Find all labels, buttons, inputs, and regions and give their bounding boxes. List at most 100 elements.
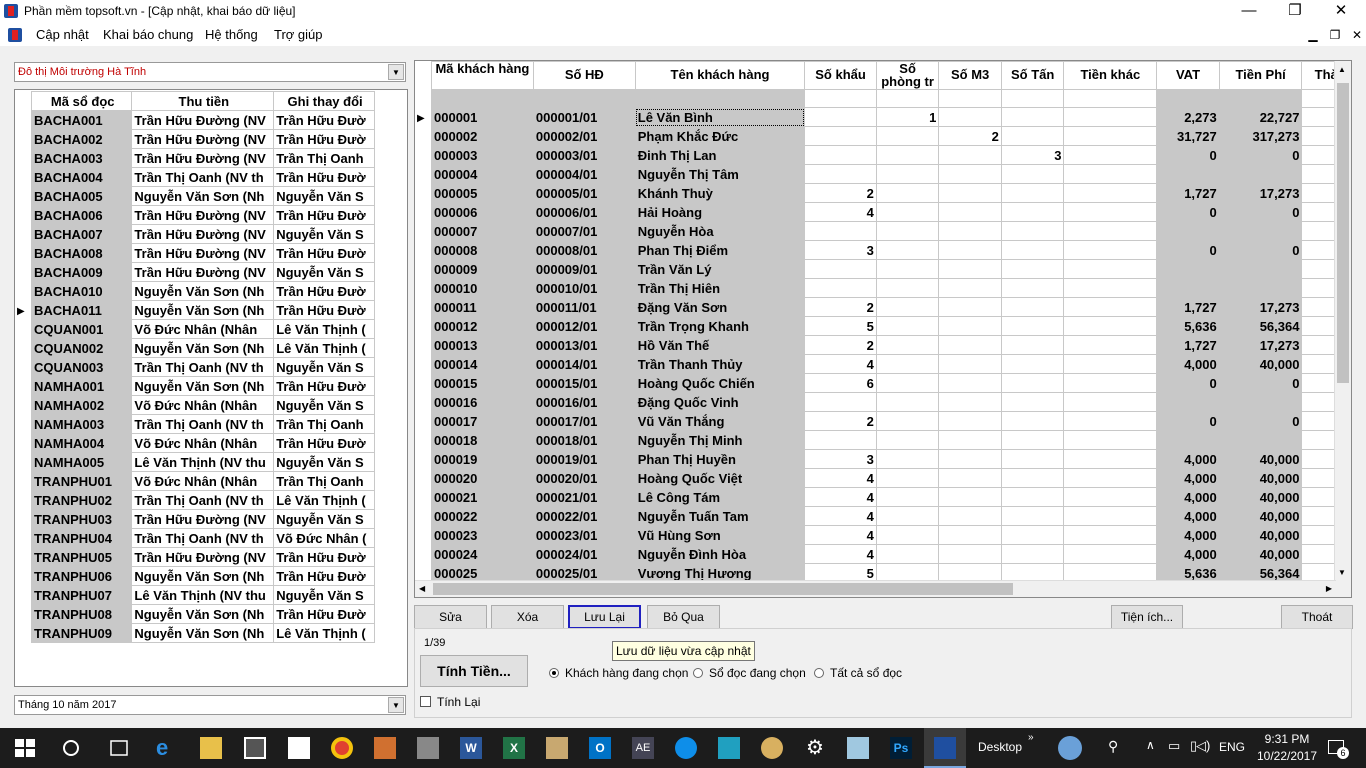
clock-date[interactable]: 10/22/2017 xyxy=(1252,749,1322,763)
table-cell[interactable] xyxy=(938,544,1002,564)
table-cell[interactable]: 3 xyxy=(804,240,877,260)
utility-icon[interactable] xyxy=(417,737,439,759)
table-cell[interactable]: 000021/01 xyxy=(532,487,636,507)
table-cell[interactable] xyxy=(875,259,940,279)
table-cell[interactable]: 000012/01 xyxy=(532,316,636,336)
table-cell[interactable]: BACHA005 xyxy=(30,186,133,206)
table-cell[interactable] xyxy=(938,183,1002,203)
table-cell[interactable]: 0 xyxy=(1156,411,1220,431)
scroll-left-icon[interactable]: ◀ xyxy=(419,584,425,593)
photoshop-icon[interactable]: Ps xyxy=(890,737,912,759)
table-cell[interactable]: BACHA011 xyxy=(30,300,133,320)
table-row[interactable]: 000005 000005/01 Khánh Thuỳ 2 1,727 17,273 xyxy=(431,183,1351,203)
table-cell[interactable]: 000009 xyxy=(431,259,534,279)
table-cell[interactable]: Trần Hữu Đườ xyxy=(273,300,375,320)
table-cell[interactable]: 17,273 xyxy=(1218,297,1303,317)
table-cell[interactable] xyxy=(1000,335,1065,355)
volume-icon[interactable]: ◁) xyxy=(1196,738,1210,754)
table-cell[interactable]: TRANPHU08 xyxy=(30,604,133,624)
table-cell[interactable]: 000016 xyxy=(431,392,534,412)
table-cell[interactable]: 4,000 xyxy=(1156,525,1220,545)
table-row[interactable]: 000021 000021/01 Lê Công Tám 4 4,000 40,000 xyxy=(431,487,1351,507)
table-cell[interactable] xyxy=(875,544,940,564)
table-cell[interactable]: 000003 xyxy=(431,145,534,165)
table-cell[interactable] xyxy=(875,240,940,260)
table-cell[interactable] xyxy=(1218,259,1303,279)
table-cell[interactable]: 000020/01 xyxy=(532,468,636,488)
table-row[interactable]: CQUAN002 Nguyễn Văn Sơn (Nh Lê Văn Thịnh ( xyxy=(30,338,375,358)
table-cell[interactable]: Trần Thị Oanh (NV th xyxy=(131,490,275,510)
table-cell[interactable]: Nguyễn Văn S xyxy=(273,357,375,377)
table-cell[interactable]: 000024 xyxy=(431,544,534,564)
chrome-icon[interactable] xyxy=(331,737,353,759)
scroll-right-icon[interactable]: ▶ xyxy=(1326,584,1332,593)
table-cell[interactable]: 4,000 xyxy=(1156,354,1220,374)
table-cell[interactable]: TRANPHU02 xyxy=(30,490,133,510)
table-cell[interactable]: Hải Hoàng xyxy=(634,202,806,222)
search-icon[interactable] xyxy=(60,737,82,759)
table-cell[interactable]: Nguyễn Văn Sơn (Nh xyxy=(131,604,275,624)
table-cell[interactable] xyxy=(1000,240,1065,260)
table-row[interactable]: NAMHA002 Võ Đức Nhân (Nhân Nguyễn Văn S xyxy=(30,395,375,415)
table-cell[interactable]: 4 xyxy=(804,202,877,222)
table-cell[interactable]: Trần Hữu Đườ xyxy=(273,281,375,301)
month-select[interactable]: Tháng 10 năm 2017 ▼ xyxy=(14,695,406,715)
table-cell[interactable]: 2 xyxy=(938,126,1002,146)
table-cell[interactable] xyxy=(875,183,940,203)
table-cell[interactable]: Hồ Văn Thế xyxy=(634,335,806,355)
table-cell[interactable]: 5,636 xyxy=(1156,316,1220,336)
table-cell[interactable]: 000017/01 xyxy=(532,411,636,431)
table-row[interactable]: BACHA007 Trần Hữu Đường (NV Nguyễn Văn S xyxy=(30,224,375,244)
table-cell[interactable] xyxy=(875,354,940,374)
table-row[interactable]: BACHA001 Trần Hữu Đường (NV Trần Hữu Đườ xyxy=(30,110,375,130)
clock-time[interactable]: 9:31 PM xyxy=(1262,732,1312,746)
scroll-thumb[interactable] xyxy=(1337,83,1349,383)
table-cell[interactable]: 4,000 xyxy=(1156,487,1220,507)
table-row[interactable]: CQUAN003 Trần Thị Oanh (NV th Nguyễn Văn S xyxy=(30,357,375,377)
mdi-minimize-icon[interactable]: ▁ xyxy=(1304,26,1322,44)
table-cell[interactable]: 000002/01 xyxy=(532,126,636,146)
table-cell[interactable]: 000013 xyxy=(431,335,534,355)
tray-chevron-icon[interactable]: ∧ xyxy=(1146,738,1155,752)
table-cell[interactable] xyxy=(875,373,940,393)
table-cell[interactable] xyxy=(875,449,940,469)
table-cell[interactable]: 4 xyxy=(804,544,877,564)
table-cell[interactable] xyxy=(938,278,1002,298)
table-row[interactable]: TRANPHU05 Trần Hữu Đường (NV Trần Hữu Đườ xyxy=(30,547,375,567)
table-cell[interactable] xyxy=(804,278,877,298)
table-cell[interactable] xyxy=(875,278,940,298)
table-cell[interactable]: 31,727 xyxy=(1156,126,1220,146)
table-cell[interactable]: CQUAN003 xyxy=(30,357,133,377)
table-row[interactable]: CQUAN001 Võ Đức Nhân (Nhân Lê Văn Thịnh ( xyxy=(30,319,375,339)
table-row[interactable]: 000023 000023/01 Vũ Hùng Sơn 4 4,000 40,000 xyxy=(431,525,1351,545)
table-cell[interactable] xyxy=(1063,126,1158,146)
table-cell[interactable]: NAMHA001 xyxy=(30,376,133,396)
table-row[interactable]: 000014 000014/01 Trần Thanh Thủy 4 4,000 40,0… xyxy=(431,354,1351,374)
table-cell[interactable]: Trần Trọng Khanh xyxy=(634,316,806,336)
table-row[interactable]: 000002 000002/01 Phạm Khắc Đức 2 31,727 317,2… xyxy=(431,126,1351,146)
table-cell[interactable]: CQUAN001 xyxy=(30,319,133,339)
table-cell[interactable]: 4,000 xyxy=(1156,468,1220,488)
table-cell[interactable] xyxy=(1000,411,1065,431)
desktop-toolbar-label[interactable]: Desktop xyxy=(978,740,1022,754)
radio-current-book[interactable]: Sổ đọc đang chọn xyxy=(693,666,806,680)
paint-icon[interactable] xyxy=(761,737,783,759)
table-cell[interactable]: Trần Hữu Đườ xyxy=(273,167,375,187)
table-cell[interactable] xyxy=(938,430,1002,450)
table-row[interactable]: BACHA008 Trần Hữu Đường (NV Trần Hữu Đườ xyxy=(30,243,375,263)
table-cell[interactable]: 000016/01 xyxy=(532,392,636,412)
table-row[interactable]: BACHA002 Trần Hữu Đường (NV Trần Hữu Đườ xyxy=(30,129,375,149)
table-cell[interactable] xyxy=(875,202,940,222)
table-cell[interactable] xyxy=(1063,259,1158,279)
table-row[interactable]: 000003 000003/01 Đinh Thị Lan 3 0 0 xyxy=(431,145,1351,165)
ae-icon[interactable]: AE xyxy=(632,737,654,759)
table-row[interactable]: 000006 000006/01 Hải Hoàng 4 0 0 xyxy=(431,202,1351,222)
table-cell[interactable] xyxy=(1218,164,1303,184)
table-cell[interactable]: 40,000 xyxy=(1218,506,1303,526)
table-cell[interactable]: 000022/01 xyxy=(532,506,636,526)
table-row[interactable]: 000020 000020/01 Hoàng Quốc Việt 4 4,000 40,0… xyxy=(431,468,1351,488)
table-row[interactable]: NAMHA003 Trần Thị Oanh (NV th Trần Thị Oan… xyxy=(30,414,375,434)
table-cell[interactable] xyxy=(1063,544,1158,564)
table-cell[interactable]: TRANPHU06 xyxy=(30,566,133,586)
table-cell[interactable]: 000005 xyxy=(431,183,534,203)
